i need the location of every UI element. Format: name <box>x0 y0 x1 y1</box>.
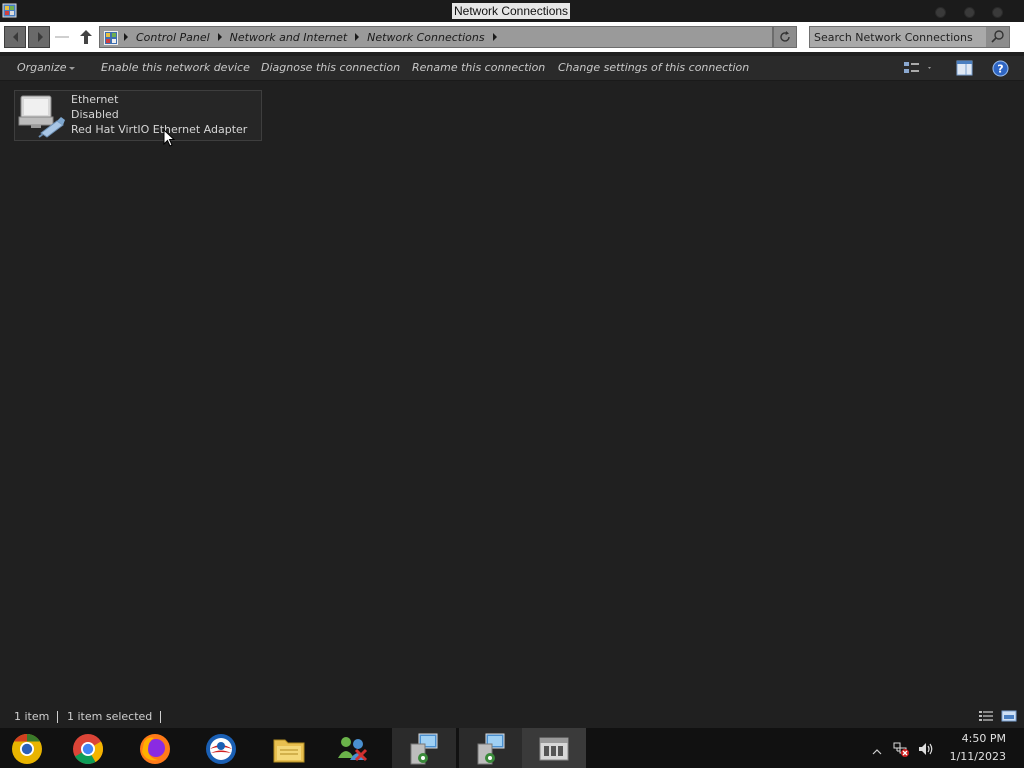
taskbar: 4:50 PM 1/11/2023 <box>0 728 1024 768</box>
help-button[interactable]: ? <box>992 60 1009 81</box>
status-divider <box>57 711 58 723</box>
status-divider <box>160 711 161 723</box>
breadcrumb-chevron-icon[interactable] <box>124 33 128 41</box>
search-button[interactable] <box>986 27 1009 47</box>
opera-icon <box>206 734 236 764</box>
back-arrow-icon <box>13 32 18 42</box>
taskbar-chrome[interactable] <box>60 728 124 768</box>
maximize-button[interactable] <box>964 7 975 18</box>
forward-button[interactable] <box>28 26 50 48</box>
preview-pane-icon <box>956 60 973 76</box>
item-count: 1 item <box>14 710 50 723</box>
taskbar-remote-desktop-1[interactable] <box>392 728 456 768</box>
organize-button[interactable]: Organize <box>17 56 76 80</box>
title-bar[interactable]: Network Connections <box>0 0 1024 22</box>
control-panel-icon[interactable] <box>2 3 17 18</box>
network-disconnected-icon <box>893 742 909 757</box>
search-input[interactable] <box>814 29 984 45</box>
forward-arrow-icon <box>38 32 43 42</box>
taskbar-network-connections[interactable] <box>522 728 586 768</box>
control-panel-window-icon <box>539 737 569 761</box>
view-options-icon <box>904 62 931 73</box>
taskbar-chrome-canary[interactable] <box>0 728 64 768</box>
svg-text:?: ? <box>997 63 1003 76</box>
change-view-button[interactable] <box>903 60 933 80</box>
refresh-icon <box>780 31 790 42</box>
breadcrumb-chevron-icon[interactable] <box>492 33 497 41</box>
change-settings-button[interactable]: Change settings of this connection <box>558 56 749 80</box>
taskbar-opera[interactable] <box>191 728 255 768</box>
connection-item-ethernet[interactable]: Ethernet Disabled Red Hat VirtIO Etherne… <box>14 90 262 141</box>
chevron-up-icon <box>872 749 882 755</box>
taskbar-remote-desktop-2[interactable] <box>459 728 523 768</box>
network-users-icon <box>338 737 368 762</box>
enable-device-button[interactable]: Enable this network device <box>101 56 250 80</box>
breadcrumb-network-connections[interactable]: Network Connections <box>367 31 484 44</box>
help-icon: ? <box>992 60 1009 77</box>
chrome-canary-icon <box>12 734 42 764</box>
clock-date[interactable]: 1/11/2023 <box>940 750 1006 763</box>
connection-adapter: Red Hat VirtIO Ethernet Adapter <box>71 123 248 136</box>
organize-label: Organize <box>17 61 67 74</box>
up-button[interactable] <box>76 26 96 48</box>
recent-locations-dropdown[interactable] <box>55 36 69 38</box>
remote-desktop-icon <box>477 733 505 765</box>
search-box[interactable] <box>809 26 1010 48</box>
status-bar: 1 item 1 item selected <box>0 706 1024 728</box>
refresh-button[interactable] <box>773 26 797 48</box>
ethernet-adapter-icon <box>17 93 67 143</box>
details-view-button[interactable] <box>978 709 994 726</box>
control-panel-icon <box>104 30 118 49</box>
clock-time[interactable]: 4:50 PM <box>940 732 1006 745</box>
volume-button[interactable] <box>917 740 935 762</box>
details-view-icon <box>979 711 993 721</box>
large-icons-view-icon <box>1001 710 1017 722</box>
remote-desktop-icon <box>410 733 438 765</box>
connection-name: Ethernet <box>71 93 119 106</box>
search-icon <box>991 30 1004 43</box>
minimize-button[interactable] <box>935 7 946 18</box>
breadcrumb-network-and-internet[interactable]: Network and Internet <box>230 31 348 44</box>
rename-connection-button[interactable]: Rename this connection <box>412 56 545 80</box>
network-status-button[interactable] <box>892 740 910 762</box>
tiles-view-button[interactable] <box>1001 709 1017 726</box>
show-hidden-icons-button[interactable] <box>872 742 882 761</box>
breadcrumb-control-panel[interactable]: Control Panel <box>136 31 210 44</box>
diagnose-connection-button[interactable]: Diagnose this connection <box>261 56 400 80</box>
back-button[interactable] <box>4 26 26 48</box>
command-bar: Organize Enable this network device Diag… <box>0 56 1024 81</box>
close-button[interactable] <box>992 7 1003 18</box>
firefox-icon <box>140 734 170 764</box>
breadcrumb-chevron-icon[interactable] <box>217 33 222 41</box>
connections-list: Ethernet Disabled Red Hat VirtIO Etherne… <box>0 81 1024 702</box>
taskbar-file-explorer[interactable] <box>257 728 321 768</box>
navigation-bar: Control Panel Network and Internet Netwo… <box>0 22 1024 52</box>
window-title: Network Connections <box>452 3 571 19</box>
breadcrumb: Control Panel Network and Internet Netwo… <box>122 27 505 47</box>
connection-status: Disabled <box>71 108 119 121</box>
mouse-cursor-icon <box>163 128 176 151</box>
folder-icon <box>273 739 305 763</box>
up-arrow-icon <box>80 30 92 44</box>
speaker-icon <box>919 743 933 755</box>
address-bar[interactable]: Control Panel Network and Internet Netwo… <box>99 26 773 48</box>
selected-count: 1 item selected <box>67 710 153 723</box>
taskbar-network-people[interactable] <box>323 728 387 768</box>
chevron-down-icon <box>69 66 76 70</box>
breadcrumb-chevron-icon[interactable] <box>355 33 360 41</box>
preview-pane-button[interactable] <box>956 60 973 80</box>
chrome-icon <box>73 734 104 765</box>
taskbar-firefox[interactable] <box>125 728 189 768</box>
